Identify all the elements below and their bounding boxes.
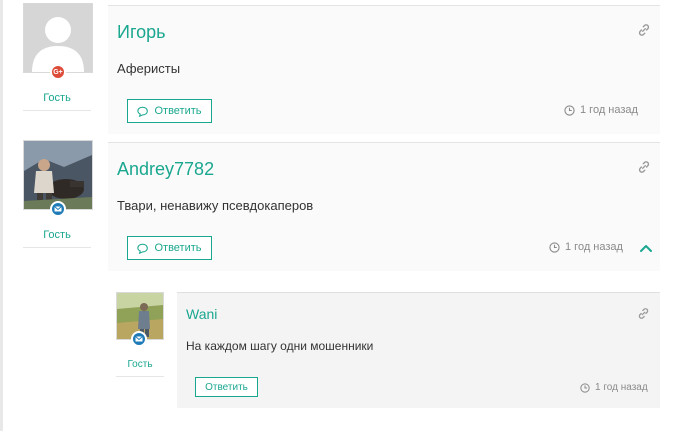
comment-text: На каждом шагу одни мошенники — [186, 339, 374, 353]
comment-time: 1 год назад — [564, 104, 638, 116]
permalink-icon[interactable] — [637, 307, 650, 320]
comment-2-author-panel: Гость — [23, 140, 93, 252]
reply-button-label: Ответить — [154, 105, 202, 117]
user-photo-avatar — [24, 141, 92, 209]
comments-icon — [137, 106, 149, 117]
comment-1-author-panel: G+ Гость — [23, 3, 93, 115]
permalink-icon[interactable] — [637, 23, 651, 37]
reply-1: Wani На каждом шагу одни мошенники Ответ… — [177, 292, 660, 408]
reply-button-label: Ответить — [205, 381, 248, 393]
reply-button[interactable]: Ответить — [127, 236, 212, 260]
reply-button[interactable]: Ответить — [127, 99, 212, 123]
comments-icon — [137, 243, 149, 254]
avatar[interactable] — [23, 3, 93, 73]
chevron-up-icon[interactable] — [640, 244, 652, 252]
reply-button-label: Ответить — [154, 242, 202, 254]
comment-time: 1 год назад — [549, 241, 623, 253]
clock-icon — [549, 241, 560, 253]
comment-text: Твари, ненавижу псевдокаперов — [117, 198, 314, 213]
author-role-label: Гость — [23, 92, 91, 111]
comment-author[interactable]: Wani — [186, 306, 217, 322]
comment-time-text: 1 год назад — [565, 241, 623, 253]
comment-author[interactable]: Andrey7782 — [117, 159, 214, 180]
comment-time-text: 1 год назад — [580, 104, 638, 116]
permalink-icon[interactable] — [637, 160, 651, 174]
default-avatar-icon — [24, 4, 92, 72]
reply-button[interactable]: Ответить — [195, 377, 258, 397]
reply-1-author-panel: Гость — [116, 292, 164, 382]
page-left-border — [0, 0, 3, 431]
google-plus-badge-icon: G+ — [50, 64, 66, 80]
comment-2: Andrey7782 Твари, ненавижу псевдокаперов… — [108, 142, 660, 271]
email-badge-icon — [50, 201, 66, 217]
comment-time: 1 год назад — [580, 382, 648, 393]
author-role-label: Гость — [23, 229, 91, 248]
author-role-label: Гость — [116, 359, 164, 377]
comment-author[interactable]: Игорь — [117, 22, 166, 43]
comment-text: Аферисты — [117, 61, 181, 76]
email-badge-icon — [131, 331, 147, 347]
clock-icon — [564, 104, 575, 116]
clock-icon — [580, 382, 590, 393]
comment-time-text: 1 год назад — [595, 382, 648, 393]
comment-1: Игорь Аферисты Ответить 1 год назад — [108, 5, 660, 134]
avatar[interactable] — [23, 140, 93, 210]
